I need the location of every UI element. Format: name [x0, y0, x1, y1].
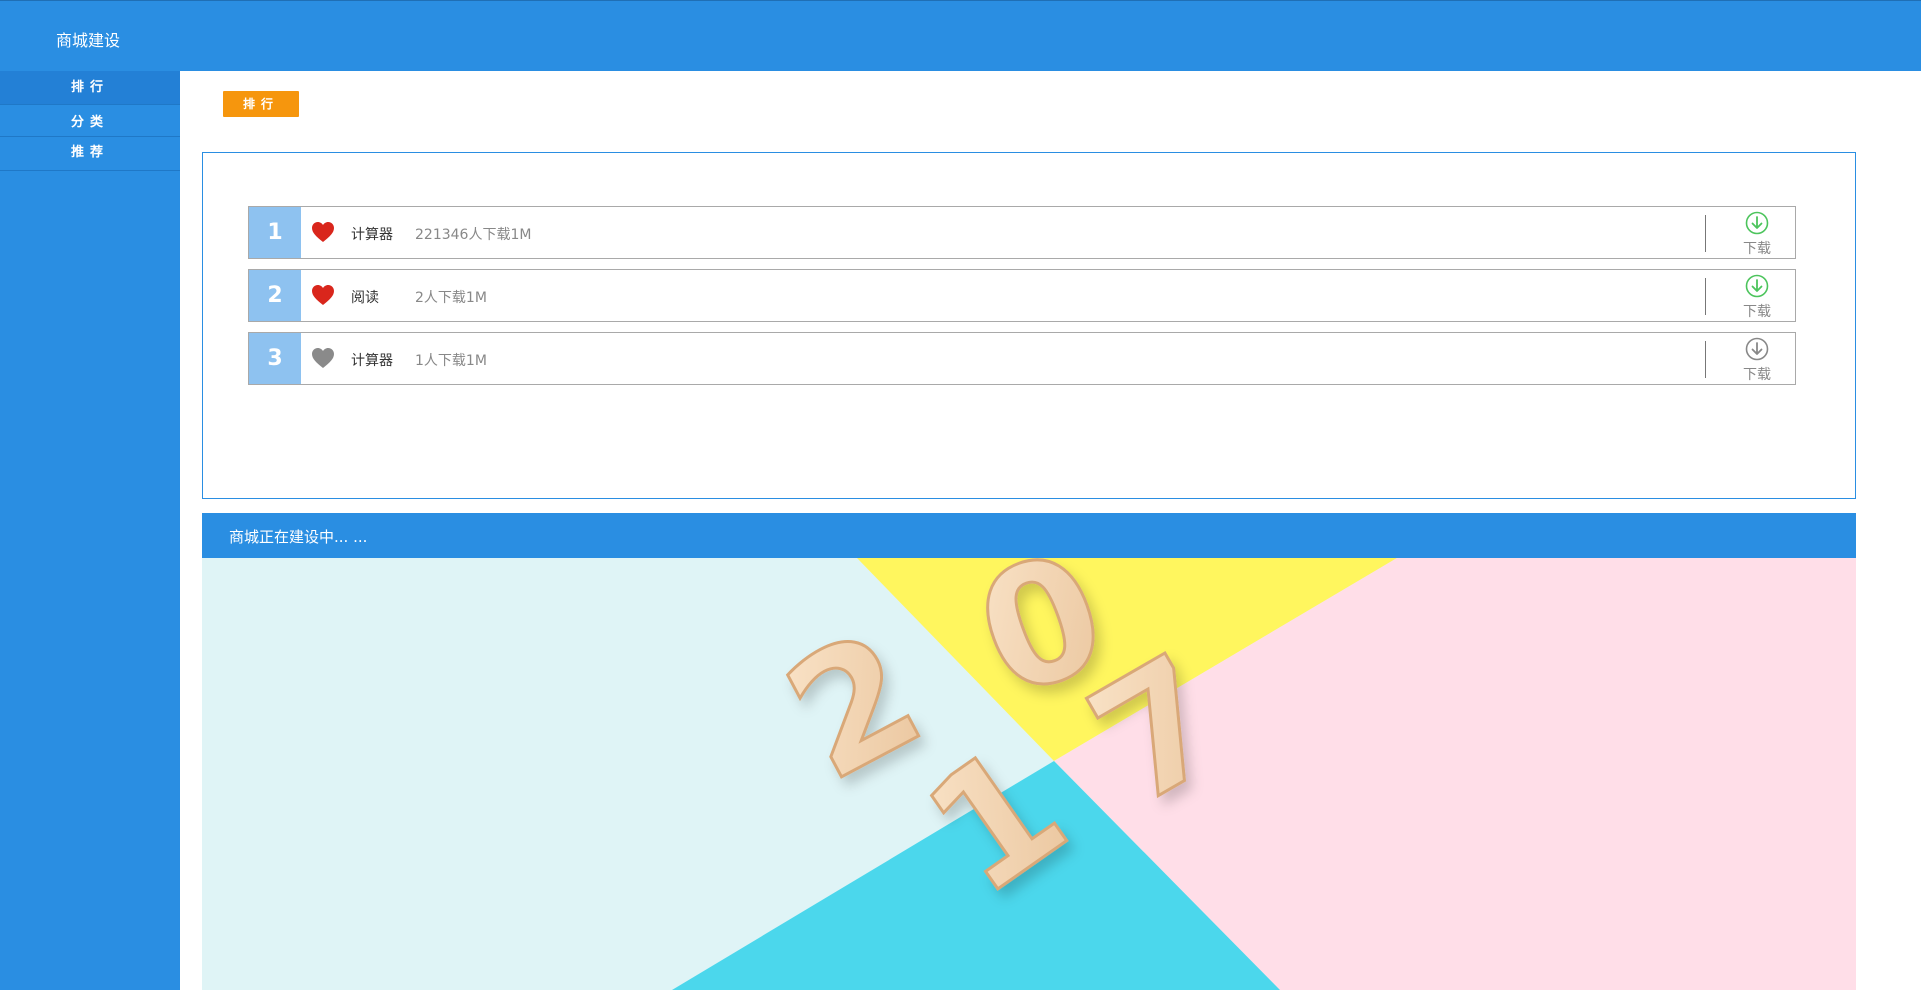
app-name: 阅读 — [351, 290, 379, 306]
banner-header: 商城正在建设中... ... — [202, 513, 1856, 558]
ranking-row[interactable]: 1 计算器 221346人下载1M 下载 — [248, 206, 1796, 259]
download-label: 下载 — [1743, 304, 1771, 320]
app-download-info: 221346人下载1M — [415, 227, 532, 243]
download-icon — [1745, 274, 1769, 298]
sidebar-item-category[interactable]: 分类 — [0, 105, 180, 137]
app-name: 计算器 — [351, 227, 393, 243]
construction-banner: 商城正在建设中... ... 2 0 1 7 — [202, 513, 1856, 990]
download-label: 下载 — [1743, 367, 1771, 383]
banner-title: 商城正在建设中... ... — [229, 528, 368, 546]
rank-number: 3 — [249, 333, 301, 384]
divider — [1705, 278, 1706, 315]
download-label: 下载 — [1743, 241, 1771, 257]
divider — [1705, 215, 1706, 252]
download-icon — [1745, 211, 1769, 235]
ranking-row[interactable]: 2 阅读 2人下载1M 下载 — [248, 269, 1796, 322]
top-header-bar: 商城建设 — [0, 0, 1921, 71]
heart-icon[interactable] — [311, 221, 335, 243]
heart-icon[interactable] — [311, 347, 335, 369]
heart-icon[interactable] — [311, 284, 335, 306]
download-button[interactable]: 下载 — [1735, 337, 1779, 383]
app-name: 计算器 — [351, 353, 393, 369]
divider — [1705, 341, 1706, 378]
ranking-tag-button[interactable]: 排行 — [223, 91, 299, 117]
ranking-row[interactable]: 3 计算器 1人下载1M 下载 — [248, 332, 1796, 385]
main-content: 排行 1 计算器 221346人下载1M 下载 2 阅读 2人下载1M 下载 3… — [180, 71, 1921, 990]
sidebar-item-ranking[interactable]: 排行 — [0, 71, 180, 105]
ranking-panel: 1 计算器 221346人下载1M 下载 2 阅读 2人下载1M 下载 3 计算… — [202, 152, 1856, 499]
banner-image: 2 0 1 7 — [202, 558, 1856, 990]
rank-number: 2 — [249, 270, 301, 321]
brand-title: 商城建设 — [56, 31, 121, 50]
download-button[interactable]: 下载 — [1735, 211, 1779, 257]
app-download-info: 1人下载1M — [415, 353, 487, 369]
sidebar-item-recommend[interactable]: 推荐 — [0, 137, 180, 171]
app-download-info: 2人下载1M — [415, 290, 487, 306]
sidebar: 排行 分类 推荐 — [0, 71, 180, 990]
download-icon — [1745, 337, 1769, 361]
rank-number: 1 — [249, 207, 301, 258]
download-button[interactable]: 下载 — [1735, 274, 1779, 320]
